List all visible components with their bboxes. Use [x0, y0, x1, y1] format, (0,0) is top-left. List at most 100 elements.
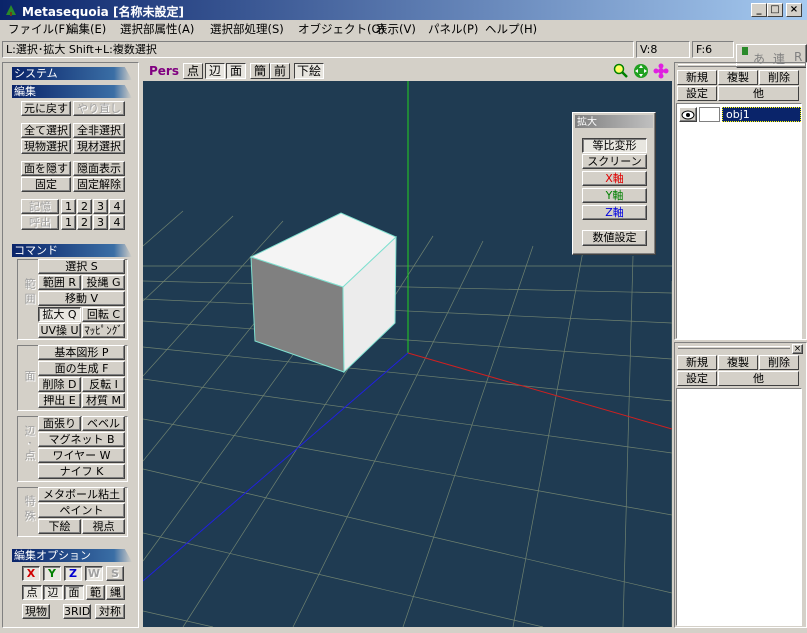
select-current-material-button[interactable]: 現材選択	[73, 139, 125, 154]
select-current-object-button[interactable]: 現物選択	[21, 139, 71, 154]
front-only-toggle[interactable]: 前	[270, 63, 290, 79]
material-other-button[interactable]: 他	[718, 371, 799, 386]
rotate-tool-button[interactable]: 回転 C	[82, 307, 125, 322]
recall-slot-2[interactable]: 2	[77, 215, 92, 230]
create-face-tool-button[interactable]: 面の生成 F	[38, 361, 125, 376]
maximize-button[interactable]: □	[767, 3, 783, 17]
mode-vertex-toggle[interactable]: 点	[22, 585, 42, 600]
memory-slot-4[interactable]: 4	[109, 199, 125, 214]
x-axis-scale-button[interactable]: X軸	[582, 171, 647, 186]
menu-panel[interactable]: パネル(P)	[428, 22, 478, 36]
zoom-icon[interactable]	[613, 63, 629, 79]
redo-button[interactable]: やり直し	[73, 101, 125, 116]
object-other-button[interactable]: 他	[718, 86, 799, 101]
section-edit[interactable]: 編集	[12, 85, 132, 98]
undo-button[interactable]: 元に戻す	[21, 101, 71, 116]
scale-panel-titlebar[interactable]: 拡大	[575, 115, 653, 128]
menu-object[interactable]: オブジェクト(O)	[298, 22, 385, 36]
menu-help[interactable]: ヘルプ(H)	[485, 22, 537, 36]
material-delete-button[interactable]: 削除	[759, 355, 799, 370]
axis-x-toggle[interactable]: X	[22, 566, 40, 581]
menu-edit[interactable]: 編集(E)	[67, 22, 106, 36]
visibility-toggle[interactable]	[679, 107, 697, 122]
mapping-tool-button[interactable]: ﾏｯﾋﾟﾝｸﾞ	[82, 323, 125, 338]
underlay-tool-button[interactable]: 下絵	[38, 519, 81, 534]
rotate-icon[interactable]	[653, 63, 669, 79]
lasso-tool-button[interactable]: 投縄 G	[82, 275, 125, 290]
fix-button[interactable]: 固定	[21, 177, 71, 192]
wire-tool-button[interactable]: ワイヤー W	[38, 448, 125, 463]
menu-selection-attr[interactable]: 選択部属性(A)	[120, 22, 194, 36]
pan-icon[interactable]	[633, 63, 649, 79]
symmetry-toggle[interactable]: 対称	[95, 604, 125, 619]
menu-file[interactable]: ファイル(F)	[8, 22, 70, 36]
bevel-tool-button[interactable]: ベベル	[82, 416, 125, 431]
material-copy-button[interactable]: 複製	[718, 355, 758, 370]
primitive-tool-button[interactable]: 基本図形 P	[38, 345, 125, 360]
simple-view-toggle[interactable]: 簡	[250, 63, 270, 79]
flip-tool-button[interactable]: 反転 I	[82, 377, 125, 392]
scale-tool-button[interactable]: 拡大 Q	[38, 307, 81, 322]
axis-z-toggle[interactable]: Z	[64, 566, 82, 581]
object-name-cell[interactable]: obj1	[722, 107, 801, 122]
uniform-scale-toggle[interactable]: 等比変形	[582, 138, 647, 153]
current-object-toggle[interactable]: 現物	[22, 604, 50, 619]
magnet-tool-button[interactable]: マグネット B	[38, 432, 125, 447]
show-vertex-toggle[interactable]: 点	[183, 63, 203, 79]
section-edit-option[interactable]: 編集オプション	[12, 549, 132, 562]
app-icon[interactable]	[4, 3, 18, 17]
memory-slot-1[interactable]: 1	[61, 199, 76, 214]
object-settings-button[interactable]: 設定	[677, 86, 717, 101]
recall-slot-4[interactable]: 4	[109, 215, 125, 230]
recall-slot-3[interactable]: 3	[93, 215, 108, 230]
deselect-all-button[interactable]: 全非選択	[73, 123, 125, 138]
show-hidden-button[interactable]: 隠面表示	[73, 161, 125, 176]
recall-button[interactable]: 呼出	[21, 215, 59, 230]
numeric-settings-button[interactable]: 数値設定	[582, 230, 647, 246]
material-settings-button[interactable]: 設定	[677, 371, 717, 386]
range-tool-button[interactable]: 範囲 R	[38, 275, 81, 290]
select-all-button[interactable]: 全て選択	[21, 123, 71, 138]
recall-slot-1[interactable]: 1	[61, 215, 76, 230]
object-list[interactable]: obj1	[676, 103, 802, 339]
material-panel-grip[interactable]	[678, 346, 790, 349]
material-tool-button[interactable]: 材質 M	[82, 393, 125, 408]
material-panel-close-button[interactable]: ×	[792, 344, 803, 354]
section-system[interactable]: システム	[12, 67, 132, 80]
memory-button[interactable]: 記憶	[21, 199, 59, 214]
material-new-button[interactable]: 新規	[677, 355, 717, 370]
axis-w-toggle[interactable]: W	[85, 566, 103, 581]
select-tool-button[interactable]: 選択 S	[38, 259, 125, 274]
z-axis-scale-button[interactable]: Z軸	[582, 205, 647, 220]
uv-tool-button[interactable]: UV操 U	[38, 323, 81, 338]
axis-s-toggle[interactable]: S	[106, 566, 124, 581]
minimize-button[interactable]: _	[751, 3, 767, 17]
show-face-toggle[interactable]: 面	[226, 63, 246, 79]
face-stretch-tool-button[interactable]: 面張り	[38, 416, 81, 431]
memory-slot-3[interactable]: 3	[93, 199, 108, 214]
metaball-tool-button[interactable]: メタボール粘土	[38, 487, 125, 502]
mode-lasso-toggle[interactable]: 縄	[106, 585, 125, 600]
underlay-toggle[interactable]: 下絵	[294, 63, 324, 79]
section-command[interactable]: コマンド	[12, 244, 132, 257]
knife-tool-button[interactable]: ナイフ K	[38, 464, 125, 479]
move-tool-button[interactable]: 移動 V	[38, 291, 125, 306]
mode-edge-toggle[interactable]: 辺	[43, 585, 63, 600]
view-name-label[interactable]: Pers	[149, 64, 179, 78]
object-panel-grip[interactable]	[678, 64, 805, 67]
grid-toggle[interactable]: 3RID	[63, 604, 91, 619]
y-axis-scale-button[interactable]: Y軸	[582, 188, 647, 203]
object-delete-button[interactable]: 削除	[759, 70, 799, 85]
close-button[interactable]: ×	[786, 3, 802, 17]
axis-y-toggle[interactable]: Y	[43, 566, 61, 581]
unfix-button[interactable]: 固定解除	[73, 177, 125, 192]
show-edge-toggle[interactable]: 辺	[205, 63, 225, 79]
hide-face-button[interactable]: 面を隠す	[21, 161, 71, 176]
screen-scale-toggle[interactable]: スクリーン	[582, 154, 647, 169]
paint-tool-button[interactable]: ペイント	[38, 503, 125, 518]
delete-tool-button[interactable]: 削除 D	[38, 377, 81, 392]
mode-face-toggle[interactable]: 面	[64, 585, 84, 600]
object-copy-button[interactable]: 複製	[718, 70, 758, 85]
viewpoint-tool-button[interactable]: 視点	[82, 519, 125, 534]
menu-view[interactable]: 表示(V)	[376, 22, 416, 36]
